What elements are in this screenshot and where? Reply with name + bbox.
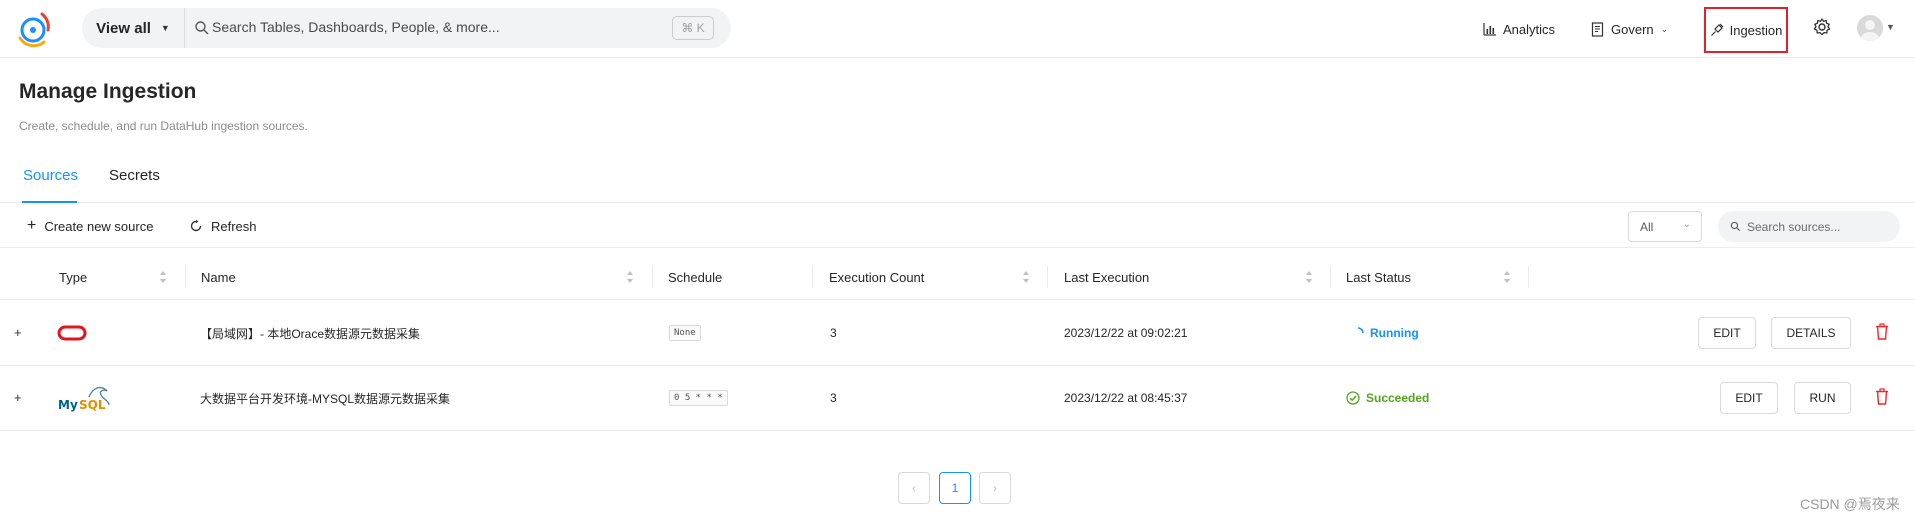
nav-ingestion[interactable]: Ingestion <box>1704 7 1788 53</box>
govern-document-icon <box>1591 21 1604 37</box>
plus-icon: + <box>27 217 37 234</box>
column-divider <box>185 266 186 288</box>
source-search-input[interactable]: Search sources... <box>1718 211 1900 242</box>
caret-down-icon: ▼ <box>160 23 170 33</box>
source-filter-value: All <box>1640 219 1654 234</box>
pagination-prev-button[interactable]: ‹ <box>898 472 930 504</box>
column-header-execution-count[interactable]: Execution Count <box>829 254 924 300</box>
search-icon <box>1730 221 1741 232</box>
refresh-icon <box>190 219 202 232</box>
column-header-last-status[interactable]: Last Status <box>1346 254 1411 300</box>
execution-count: 3 <box>830 326 837 340</box>
tab-sources[interactable]: Sources <box>23 167 78 184</box>
nav-govern-label: Govern <box>1611 21 1654 37</box>
svg-text:SQL: SQL <box>79 398 106 412</box>
global-search-input[interactable]: Search Tables, Dashboards, People, & mor… <box>212 19 500 35</box>
oracle-logo-icon <box>57 325 87 341</box>
edit-button[interactable]: EDIT <box>1698 317 1756 349</box>
trash-icon[interactable] <box>1874 388 1890 406</box>
global-search-bar: View all ▼ Search Tables, Dashboards, Pe… <box>82 8 731 48</box>
sources-toolbar: + Create new source Refresh All ⌄ Search… <box>0 204 1915 248</box>
schedule-cell: 0 5 * * * <box>669 366 728 430</box>
view-all-label: View all <box>96 19 151 37</box>
active-tab-indicator <box>22 201 77 203</box>
nav-analytics-label: Analytics <box>1503 21 1556 37</box>
keyboard-shortcut-hint: ⌘ K <box>672 16 714 40</box>
details-button[interactable]: DETAILS <box>1771 317 1851 349</box>
column-header-type[interactable]: Type <box>59 254 87 300</box>
sort-icon[interactable] <box>626 270 634 284</box>
column-divider <box>1047 266 1048 288</box>
search-icon <box>195 21 209 35</box>
column-divider <box>652 266 653 288</box>
execution-count: 3 <box>830 391 837 405</box>
column-divider <box>812 266 813 288</box>
schedule-tag: None <box>669 325 701 341</box>
column-header-name[interactable]: Name <box>201 254 236 300</box>
datahub-logo-icon[interactable] <box>12 8 54 50</box>
svg-text:My: My <box>58 398 78 412</box>
source-filter-select[interactable]: All ⌄ <box>1628 211 1702 242</box>
column-divider <box>1330 266 1331 288</box>
tab-bar: Sources Secrets <box>0 155 1915 203</box>
source-search-placeholder: Search sources... <box>1747 219 1841 234</box>
sort-icon[interactable] <box>1503 270 1511 284</box>
source-type-logo <box>57 301 87 365</box>
source-type-logo: My SQL <box>57 366 113 430</box>
avatar-caret-icon[interactable]: ▼ <box>1886 22 1895 32</box>
refresh-button[interactable]: Refresh <box>189 204 257 248</box>
last-execution-time: 2023/12/22 at 09:02:21 <box>1064 326 1188 340</box>
sort-icon[interactable] <box>1022 270 1030 284</box>
create-new-source-label: Create new source <box>44 218 154 234</box>
sort-icon[interactable] <box>159 270 167 284</box>
column-header-schedule: Schedule <box>668 269 723 285</box>
table-row: + 【局域网】- 本地Orace数据源元数据采集 None 3 2023/12/… <box>0 301 1915 366</box>
user-avatar[interactable] <box>1857 15 1883 41</box>
run-button[interactable]: RUN <box>1794 382 1851 414</box>
settings-gear-icon[interactable] <box>1812 17 1832 37</box>
column-divider <box>1528 266 1529 288</box>
page-title: Manage Ingestion <box>19 80 197 103</box>
watermark-text: CSDN @焉夜来 <box>1800 496 1900 512</box>
chevron-down-icon: ⌄ <box>1660 23 1669 34</box>
loading-spinner-icon <box>1357 327 1364 334</box>
chevron-right-icon: › <box>993 481 997 495</box>
tab-secrets[interactable]: Secrets <box>109 167 160 184</box>
table-row: + My SQL 大数据平台开发环境-MYSQL数据源元数据采集 0 5 * *… <box>0 366 1915 431</box>
nav-ingestion-label: Ingestion <box>1729 22 1783 38</box>
table-header: Type Name Schedule Execution Count Last … <box>0 254 1915 300</box>
column-header-last-execution[interactable]: Last Execution <box>1064 254 1149 300</box>
status-label: Succeeded <box>1366 391 1430 405</box>
schedule-cell: None <box>669 301 701 365</box>
source-name: 大数据平台开发环境-MYSQL数据源元数据采集 <box>200 391 451 406</box>
chevron-left-icon: ‹ <box>912 481 916 495</box>
plug-icon <box>1710 23 1724 36</box>
mysql-logo-icon: My SQL <box>58 386 110 412</box>
pagination-page-button[interactable]: 1 <box>939 472 971 504</box>
refresh-label: Refresh <box>211 218 257 234</box>
view-all-dropdown[interactable]: View all ▼ <box>82 8 185 48</box>
schedule-tag: 0 5 * * * <box>669 390 728 406</box>
status-badge[interactable]: Running <box>1352 301 1419 365</box>
check-circle-icon <box>1346 391 1360 405</box>
create-new-source-button[interactable]: + Create new source <box>27 204 153 248</box>
bar-chart-icon <box>1483 23 1496 36</box>
trash-icon[interactable] <box>1874 323 1890 341</box>
page-description: Create, schedule, and run DataHub ingest… <box>19 119 308 133</box>
top-header: View all ▼ Search Tables, Dashboards, Pe… <box>0 0 1915 58</box>
last-execution-time: 2023/12/22 at 08:45:37 <box>1064 391 1188 405</box>
edit-button[interactable]: EDIT <box>1720 382 1778 414</box>
pagination-next-button[interactable]: › <box>979 472 1011 504</box>
chevron-down-icon: ⌄ <box>1682 219 1691 230</box>
user-silhouette-icon <box>1861 20 1879 41</box>
nav-analytics[interactable]: Analytics <box>1483 0 1555 58</box>
row-expand-icon[interactable]: + <box>14 326 26 339</box>
status-badge[interactable]: Succeeded <box>1346 366 1429 430</box>
source-name: 【局域网】- 本地Orace数据源元数据采集 <box>200 326 421 341</box>
status-label: Running <box>1370 326 1419 340</box>
sort-icon[interactable] <box>1305 270 1313 284</box>
row-expand-icon[interactable]: + <box>14 391 26 404</box>
nav-govern[interactable]: Govern ⌄ <box>1591 0 1668 58</box>
